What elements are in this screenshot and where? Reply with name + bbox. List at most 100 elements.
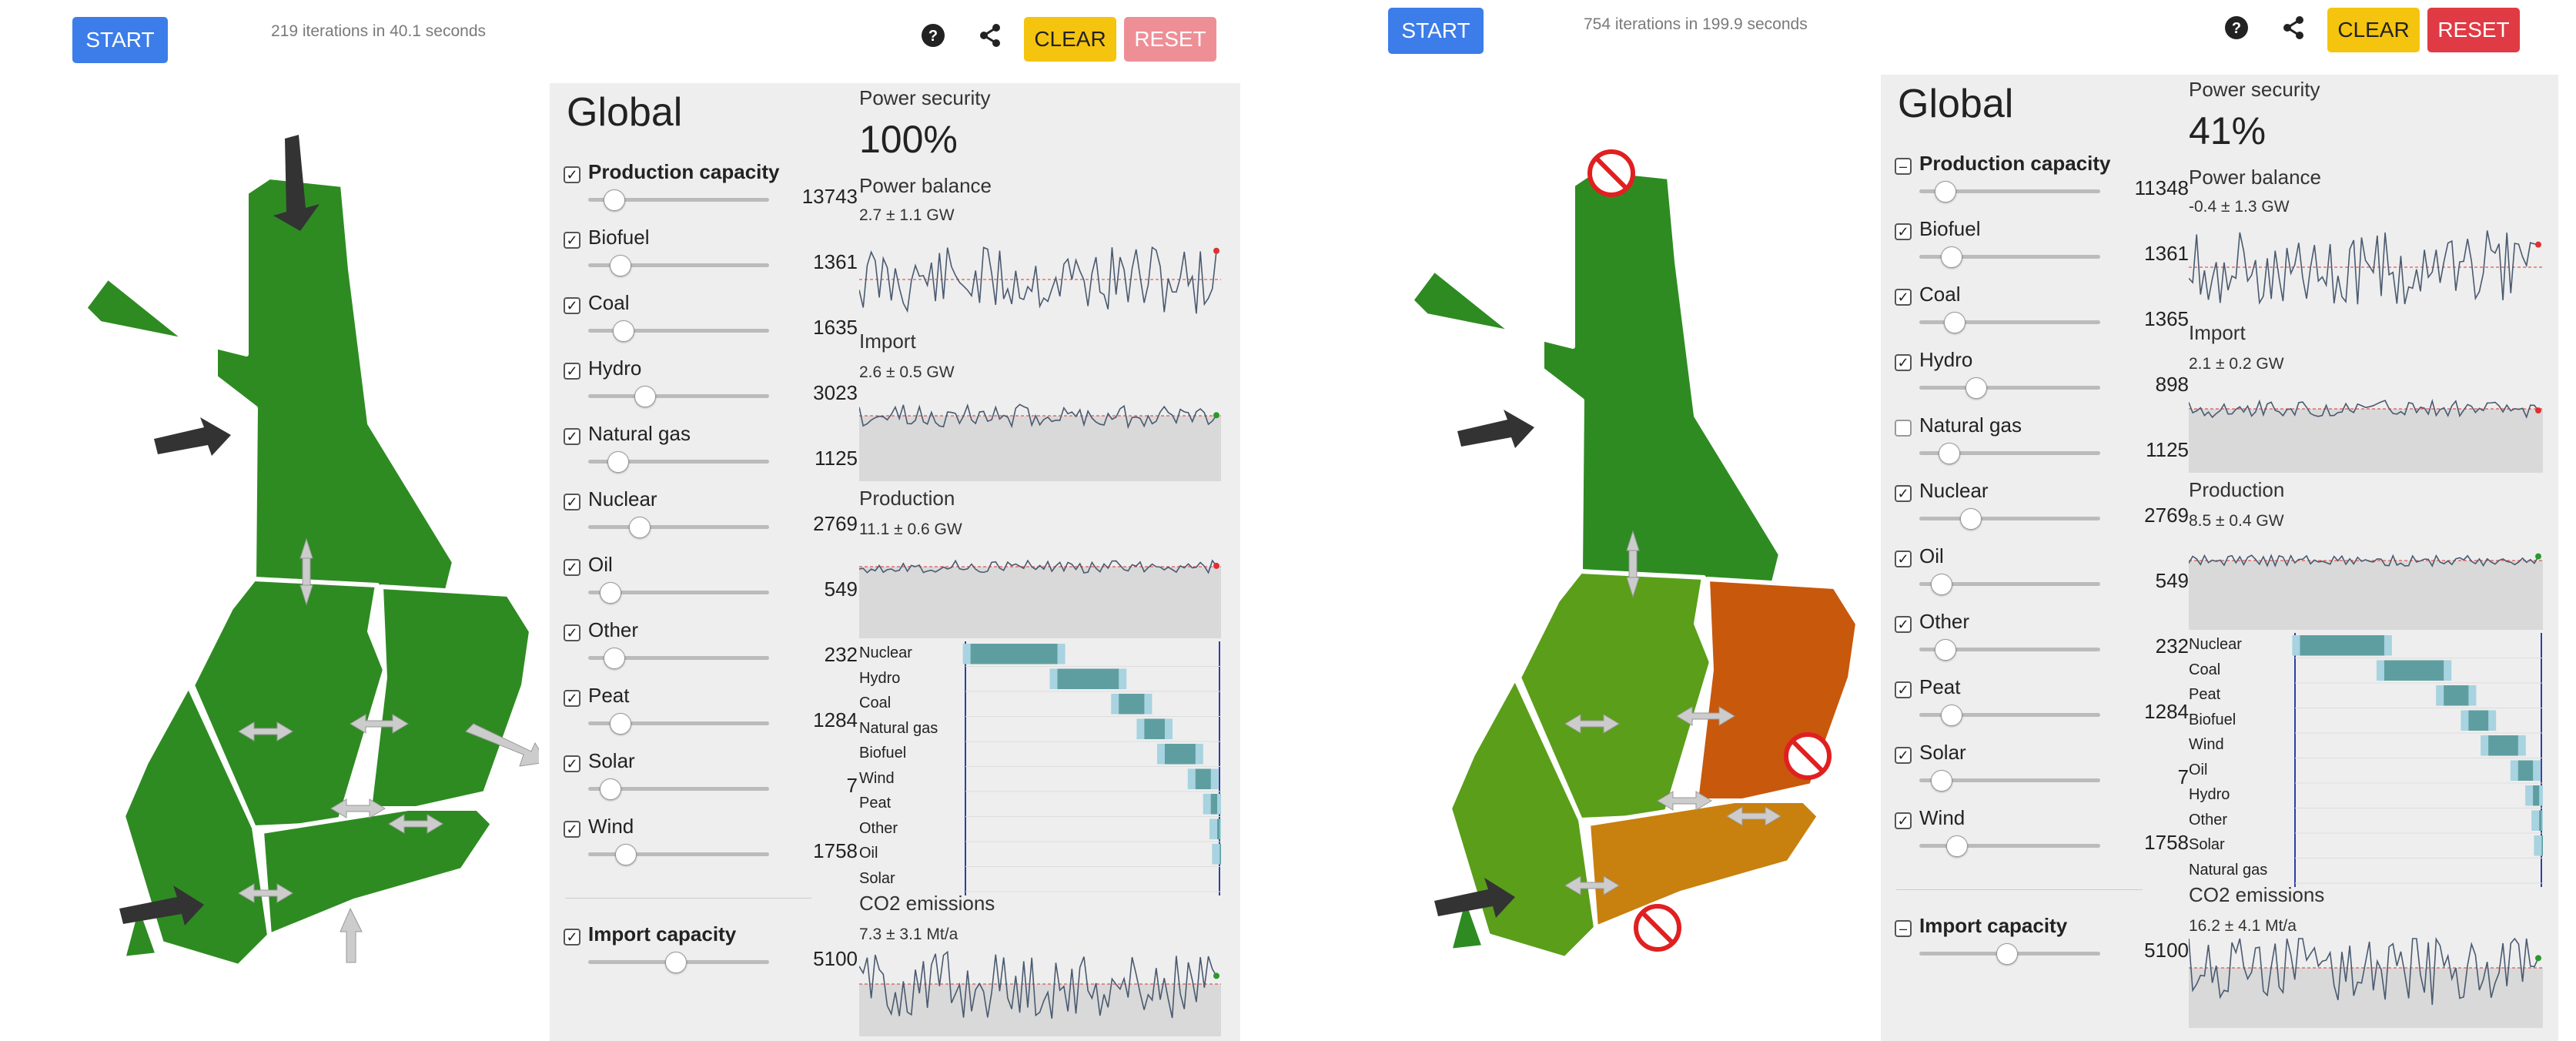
- hydro-slider[interactable]: [1919, 386, 2100, 390]
- divider: [1896, 889, 2143, 890]
- merit-order-label: Nuclear: [859, 644, 912, 661]
- coal-slider-thumb[interactable]: [1944, 312, 1965, 333]
- co2-emissions-label: CO2 emissions: [859, 892, 995, 915]
- nuclear-slider-thumb[interactable]: [629, 517, 651, 538]
- arrow-icon: [340, 907, 363, 963]
- map-region-north[interactable]: [82, 175, 457, 595]
- map-region-north[interactable]: [1409, 167, 1783, 587]
- other-checkbox[interactable]: ✓: [1895, 616, 1912, 633]
- natural-gas-slider-thumb[interactable]: [607, 451, 629, 473]
- clear-button[interactable]: CLEAR: [2327, 8, 2420, 52]
- import-capacity-checkbox[interactable]: ✓: [564, 929, 580, 946]
- region-map: [82, 135, 539, 969]
- import-capacity-value: 5100: [2144, 939, 2189, 962]
- reset-button[interactable]: RESET: [2427, 8, 2520, 52]
- start-button[interactable]: START: [1388, 8, 1484, 54]
- import-capacity-checkbox[interactable]: –: [1895, 920, 1912, 937]
- coal-label: Coal: [588, 291, 630, 314]
- arrow-icon: [1457, 410, 1534, 448]
- merit-bar: [1195, 768, 1211, 789]
- latest-point: [2535, 955, 2541, 962]
- natural-gas-slider-thumb[interactable]: [1939, 443, 1960, 464]
- wind-slider-thumb[interactable]: [615, 844, 637, 865]
- help-icon[interactable]: ?: [919, 22, 947, 49]
- merit-bar: [1219, 844, 1221, 865]
- merit-order-label: Hydro: [859, 669, 901, 687]
- merit-order-label: Biofuel: [859, 745, 907, 762]
- production-capacity-value: 13743: [801, 185, 858, 208]
- peat-checkbox[interactable]: ✓: [1895, 681, 1912, 698]
- hydro-slider-thumb[interactable]: [1965, 377, 1987, 399]
- nuclear-slider-thumb[interactable]: [1960, 508, 1982, 530]
- biofuel-checkbox[interactable]: ✓: [1895, 223, 1912, 240]
- natural-gas-checkbox[interactable]: [1895, 420, 1912, 437]
- control-panel: Global ✓ Production capacity 13743 ✓ Bio…: [550, 83, 1240, 1041]
- oil-value: 549: [2155, 569, 2189, 592]
- peat-slider-thumb[interactable]: [610, 713, 631, 735]
- natural-gas-checkbox[interactable]: ✓: [564, 428, 580, 445]
- help-icon[interactable]: ?: [2223, 14, 2250, 42]
- coal-label: Coal: [1919, 283, 1961, 306]
- nuclear-value: 2769: [2144, 504, 2189, 527]
- merit-order-label: Coal: [859, 695, 892, 711]
- production-capacity-checkbox[interactable]: –: [1895, 158, 1912, 175]
- clear-button[interactable]: CLEAR: [1024, 17, 1116, 62]
- production-capacity-checkbox[interactable]: ✓: [564, 166, 580, 183]
- nuclear-slider[interactable]: [588, 525, 769, 529]
- hydro-slider-thumb[interactable]: [634, 386, 656, 407]
- oil-slider-thumb[interactable]: [600, 582, 621, 604]
- coal-checkbox[interactable]: ✓: [564, 297, 580, 314]
- biofuel-slider-thumb[interactable]: [1941, 246, 1962, 268]
- oil-slider-thumb[interactable]: [1931, 574, 1952, 595]
- merit-order-label: Natural gas: [859, 719, 938, 737]
- peat-value: 1284: [2144, 700, 2189, 723]
- import-capacity-slider-thumb[interactable]: [665, 952, 687, 973]
- nuclear-checkbox[interactable]: ✓: [1895, 485, 1912, 502]
- production-capacity-slider-thumb[interactable]: [1935, 181, 1956, 203]
- peat-slider-thumb[interactable]: [1941, 705, 1962, 726]
- hydro-checkbox[interactable]: ✓: [564, 363, 580, 380]
- start-button[interactable]: START: [72, 17, 168, 63]
- biofuel-value: 1361: [2144, 242, 2189, 265]
- power-balance-stat: -0.4 ± 1.3 GW: [2189, 198, 2290, 216]
- other-slider-thumb[interactable]: [604, 648, 625, 669]
- solar-checkbox[interactable]: ✓: [564, 755, 580, 772]
- map-region-east[interactable]: [1694, 577, 1860, 803]
- solar-slider-thumb[interactable]: [1931, 770, 1952, 792]
- solar-slider-thumb[interactable]: [600, 778, 621, 800]
- merit-order-chart: [962, 641, 1221, 895]
- nuclear-checkbox[interactable]: ✓: [564, 494, 580, 510]
- oil-checkbox[interactable]: ✓: [564, 559, 580, 576]
- merit-bar: [2488, 735, 2518, 756]
- map-region-south[interactable]: [1586, 798, 1822, 930]
- other-checkbox[interactable]: ✓: [564, 624, 580, 641]
- solar-checkbox[interactable]: ✓: [1895, 747, 1912, 764]
- merit-order-label: Peat: [2189, 686, 2221, 703]
- production-capacity-slider-thumb[interactable]: [604, 189, 625, 211]
- coal-slider-thumb[interactable]: [613, 320, 634, 342]
- hydro-checkbox[interactable]: ✓: [1895, 354, 1912, 371]
- merit-bar: [2533, 785, 2540, 806]
- biofuel-checkbox[interactable]: ✓: [564, 232, 580, 249]
- wind-checkbox[interactable]: ✓: [564, 821, 580, 838]
- import-stat: 2.6 ± 0.5 GW: [859, 363, 955, 381]
- map-region-south[interactable]: [259, 806, 495, 938]
- nuclear-slider[interactable]: [1919, 517, 2100, 520]
- other-label: Other: [588, 618, 639, 641]
- reset-button[interactable]: RESET: [1124, 17, 1216, 62]
- import-capacity-slider-thumb[interactable]: [1996, 943, 2018, 965]
- map-region-east[interactable]: [367, 584, 534, 811]
- other-slider-thumb[interactable]: [1935, 639, 1956, 661]
- merit-order-label: Nuclear: [2189, 636, 2242, 653]
- biofuel-slider-thumb[interactable]: [610, 255, 631, 276]
- wind-checkbox[interactable]: ✓: [1895, 812, 1912, 829]
- oil-checkbox[interactable]: ✓: [1895, 551, 1912, 567]
- hydro-slider[interactable]: [588, 394, 769, 398]
- wind-value: 1758: [813, 839, 858, 862]
- share-icon[interactable]: [2280, 14, 2307, 42]
- peat-checkbox[interactable]: ✓: [564, 690, 580, 707]
- wind-slider-thumb[interactable]: [1946, 835, 1968, 857]
- power-balance-chart: [859, 246, 1221, 314]
- coal-checkbox[interactable]: ✓: [1895, 289, 1912, 306]
- share-icon[interactable]: [976, 22, 1004, 49]
